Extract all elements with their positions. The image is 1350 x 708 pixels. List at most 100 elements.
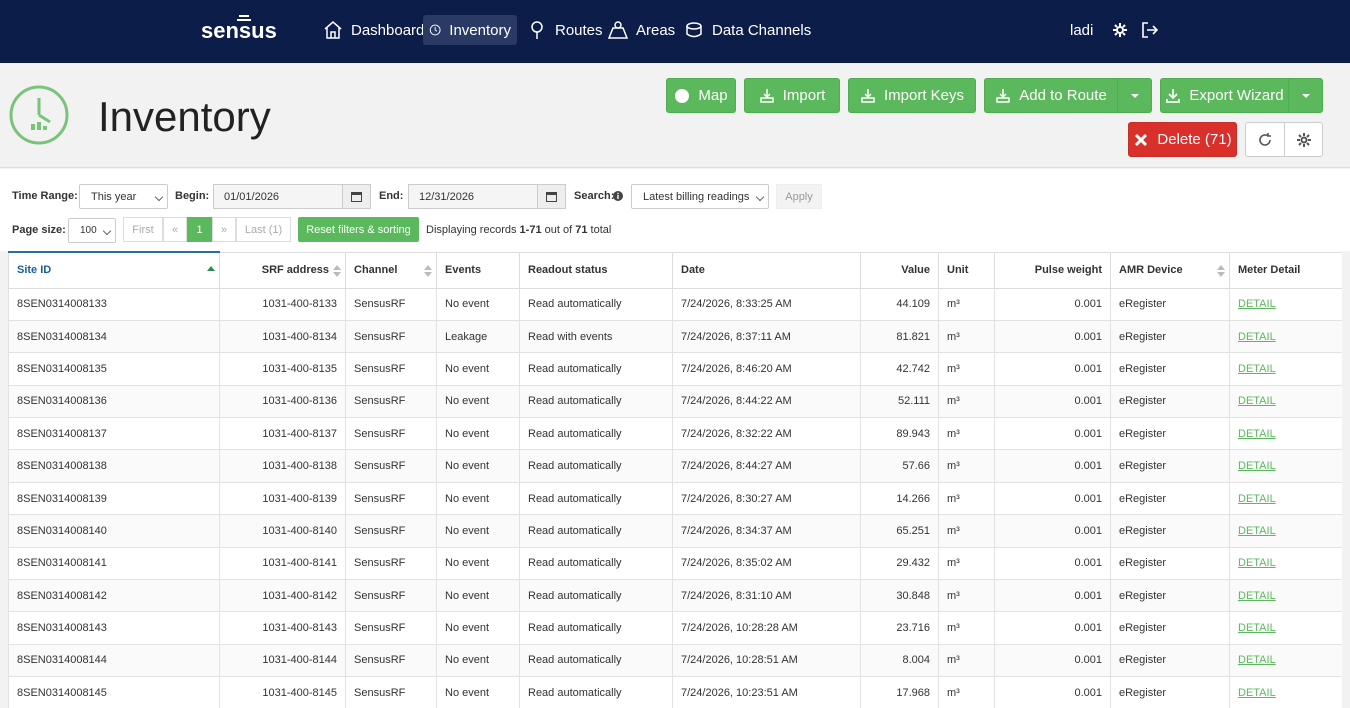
cell-pulse-weight: 0.001	[994, 319, 1111, 354]
cell-channel: SensusRF	[345, 384, 437, 419]
nav-data-channels[interactable]: Data Channels	[678, 15, 817, 45]
detail-link[interactable]: DETAIL	[1238, 622, 1276, 634]
table-body: 8SEN0314008133 1031-400-8133 SensusRF No ev…	[8, 287, 1342, 708]
cell-readout-status: Read automatically	[519, 384, 673, 419]
sort-icon	[424, 264, 432, 277]
detail-link[interactable]: DETAIL	[1238, 395, 1276, 407]
records-info: Displaying records 1-71 out of 71 total	[426, 224, 611, 236]
cell-amr-device: eRegister	[1110, 287, 1230, 321]
pager-first[interactable]: First	[123, 217, 163, 242]
add-to-route-button[interactable]: Add to Route	[984, 78, 1118, 113]
cell-unit: m³	[938, 319, 995, 354]
cell-unit: m³	[938, 514, 995, 548]
pager-page-1[interactable]: 1	[187, 217, 212, 242]
detail-link[interactable]: DETAIL	[1238, 460, 1276, 472]
chevron-down-icon	[154, 192, 164, 202]
col-readout-status[interactable]: Readout status	[519, 251, 673, 289]
begin-label: Begin:	[175, 190, 210, 202]
cell-amr-device: eRegister	[1110, 319, 1230, 354]
pager-next[interactable]: »	[212, 217, 236, 242]
table-row[interactable]: 8SEN0314008137 1031-400-8137 SensusRF No ev…	[8, 417, 1342, 451]
table-row[interactable]: 8SEN0314008133 1031-400-8133 SensusRF No ev…	[8, 287, 1342, 321]
begin-calendar-button[interactable]	[342, 184, 371, 209]
sensus-logo[interactable]: sensus	[201, 14, 287, 40]
table-row[interactable]: 8SEN0314008143 1031-400-8143 SensusRF No ev…	[8, 611, 1342, 645]
cell-unit: m³	[938, 417, 995, 451]
delete-button[interactable]: Delete (71)	[1128, 122, 1237, 157]
add-to-route-button-label: Add to Route	[1019, 87, 1107, 104]
col-meter-detail[interactable]: Meter Detail	[1229, 251, 1342, 289]
col-unit[interactable]: Unit	[938, 251, 995, 289]
cell-srf-address: 1031-400-8136	[219, 384, 346, 419]
table-row[interactable]: 8SEN0314008145 1031-400-8145 SensusRF No ev…	[8, 676, 1342, 708]
export-wizard-button[interactable]: Export Wizard	[1160, 78, 1289, 113]
detail-link[interactable]: DETAIL	[1238, 687, 1276, 699]
table-row[interactable]: 8SEN0314008134 1031-400-8134 SensusRF Leaka…	[8, 319, 1342, 354]
table-row[interactable]: 8SEN0314008136 1031-400-8136 SensusRF No ev…	[8, 384, 1342, 419]
col-channel[interactable]: Channel	[345, 251, 437, 289]
time-range-select[interactable]: This year	[79, 184, 168, 209]
settings-button[interactable]	[1284, 122, 1323, 157]
end-calendar-button[interactable]	[537, 184, 566, 209]
cell-unit: m³	[938, 352, 995, 386]
col-site-id[interactable]: Site ID	[8, 251, 220, 289]
detail-link[interactable]: DETAIL	[1238, 654, 1276, 666]
col-srf-address[interactable]: SRF address	[219, 251, 346, 289]
globe-icon	[675, 88, 690, 103]
detail-link[interactable]: DETAIL	[1238, 331, 1276, 343]
end-date-input[interactable]: 12/31/2026	[408, 184, 538, 209]
add-to-route-dropdown[interactable]	[1117, 78, 1152, 113]
clock-icon	[429, 24, 441, 36]
cell-value: 42.742	[860, 352, 939, 386]
refresh-button[interactable]	[1245, 122, 1285, 157]
nav-inventory[interactable]: Inventory	[423, 15, 517, 45]
detail-link[interactable]: DETAIL	[1238, 525, 1276, 537]
import-keys-button[interactable]: Import Keys	[848, 78, 976, 113]
col-amr-device[interactable]: AMR Device	[1110, 251, 1230, 289]
nav-areas[interactable]: Areas	[602, 15, 681, 45]
table-row[interactable]: 8SEN0314008135 1031-400-8135 SensusRF No ev…	[8, 352, 1342, 386]
page-title: Inventory	[98, 93, 271, 140]
export-wizard-dropdown[interactable]	[1288, 78, 1323, 113]
nav-routes[interactable]: Routes	[521, 15, 609, 45]
detail-link[interactable]: DETAIL	[1238, 493, 1276, 505]
pager-prev[interactable]: «	[163, 217, 187, 242]
table-row[interactable]: 8SEN0314008139 1031-400-8139 SensusRF No ev…	[8, 481, 1342, 516]
table-row[interactable]: 8SEN0314008141 1031-400-8141 SensusRF No ev…	[8, 546, 1342, 581]
pager-last[interactable]: Last (1)	[236, 217, 291, 242]
begin-date-input[interactable]: 01/01/2026	[213, 184, 343, 209]
import-button[interactable]: Import	[744, 78, 840, 113]
table-row[interactable]: 8SEN0314008144 1031-400-8144 SensusRF No ev…	[8, 643, 1342, 678]
cell-meter-detail: DETAIL	[1229, 676, 1342, 708]
detail-link[interactable]: DETAIL	[1238, 590, 1276, 602]
cell-value: 57.66	[860, 449, 939, 483]
table-row[interactable]: 8SEN0314008140 1031-400-8140 SensusRF No ev…	[8, 514, 1342, 548]
col-date[interactable]: Date	[672, 251, 861, 289]
home-icon	[324, 21, 342, 39]
apply-button[interactable]: Apply	[776, 184, 822, 209]
gear-icon[interactable]	[1110, 20, 1130, 40]
map-button[interactable]: Map	[666, 78, 736, 113]
col-value[interactable]: Value	[860, 251, 939, 289]
col-pulse-weight[interactable]: Pulse weight	[994, 251, 1111, 289]
table-row[interactable]: 8SEN0314008138 1031-400-8138 SensusRF No ev…	[8, 449, 1342, 483]
logout-icon[interactable]	[1140, 20, 1160, 40]
inventory-table: Site ID SRF address Channel Events Reado…	[8, 251, 1342, 708]
info-icon[interactable]	[613, 191, 623, 201]
records-total: 71	[575, 224, 588, 236]
reset-filters-button[interactable]: Reset filters & sorting	[298, 217, 419, 242]
nav-inventory-label: Inventory	[449, 21, 511, 39]
cell-srf-address: 1031-400-8139	[219, 481, 346, 516]
cell-srf-address: 1031-400-8141	[219, 546, 346, 581]
detail-link[interactable]: DETAIL	[1238, 363, 1276, 375]
detail-link[interactable]: DETAIL	[1238, 557, 1276, 569]
search-select[interactable]: Latest billing readings	[631, 184, 769, 209]
table-row[interactable]: 8SEN0314008142 1031-400-8142 SensusRF No ev…	[8, 579, 1342, 613]
page-size-select[interactable]: 100	[68, 218, 116, 243]
user-name[interactable]: ladi	[1070, 22, 1093, 39]
cell-pulse-weight: 0.001	[994, 676, 1111, 708]
col-events[interactable]: Events	[436, 251, 520, 289]
detail-link[interactable]: DETAIL	[1238, 298, 1276, 310]
nav-dashboard[interactable]: Dashboard	[317, 15, 430, 45]
detail-link[interactable]: DETAIL	[1238, 428, 1276, 440]
